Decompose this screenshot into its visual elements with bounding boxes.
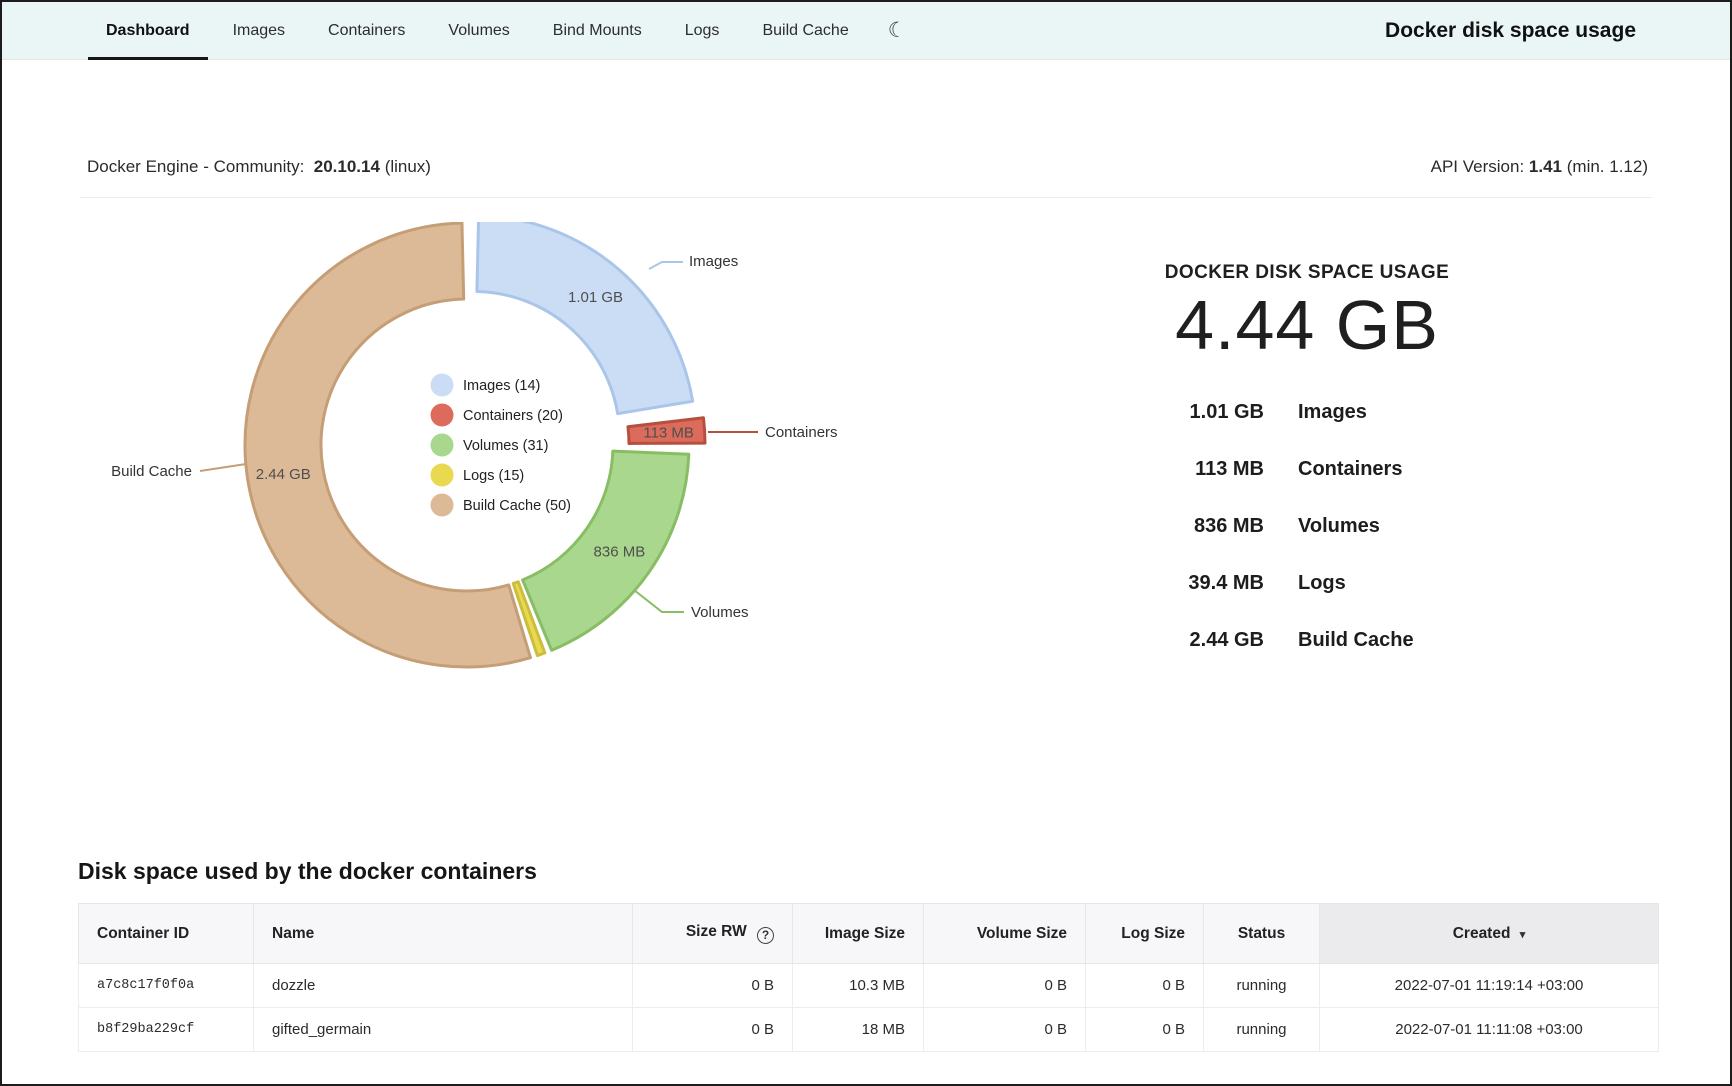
cell-size-rw: 0 B (633, 1008, 793, 1052)
column-header-created[interactable]: Created ▾ (1320, 904, 1659, 964)
summary-row-containers: 113 MB Containers (1042, 441, 1572, 498)
callout-line-build-cache (200, 464, 246, 471)
table-row-dozzle: a7c8c17f0f0adozzle0 B10.3 MB0 B0 Brunnin… (79, 964, 1659, 1008)
cell-container-id: a7c8c17f0f0a (79, 964, 254, 1008)
cell-image-size: 10.3 MB (793, 964, 924, 1008)
column-header-volume-size[interactable]: Volume Size (924, 904, 1086, 964)
nav-tab-build-cache[interactable]: Build Cache (744, 2, 866, 59)
nav-tabs: DashboardImagesContainersVolumesBind Mou… (88, 2, 874, 59)
disk-usage-overview: 1.01 GB Images 113 MB Containers 836 MB Volum… (2, 198, 1730, 858)
cell-container-id: b8f29ba229cf (79, 1008, 254, 1052)
cell-log-size: 0 B (1086, 1008, 1204, 1052)
column-header-size-rw[interactable]: Size RW ? (633, 904, 793, 964)
summary-label: Build Cache (1298, 629, 1414, 652)
help-icon[interactable]: ? (757, 927, 774, 944)
engine-version: 20.10.14 (314, 157, 380, 176)
arc-size-label-build-cache: 2.44 GB (256, 466, 311, 483)
engine-platform: (linux) (385, 157, 431, 176)
top-navigation: DashboardImagesContainersVolumesBind Mou… (2, 2, 1730, 60)
arc-size-label-containers: 113 MB (643, 425, 694, 442)
table-row-gifted-germain: b8f29ba229cfgifted_germain0 B18 MB0 B0 B… (79, 1008, 1659, 1052)
summary-size: 113 MB (1042, 458, 1264, 481)
cell-name: gifted_germain (254, 1008, 633, 1052)
column-header-name[interactable]: Name (254, 904, 633, 964)
column-header-image-size[interactable]: Image Size (793, 904, 924, 964)
engine-name: Docker Engine - Community: (87, 157, 304, 176)
cell-log-size: 0 B (1086, 964, 1204, 1008)
callout-label-images: Images (689, 253, 738, 270)
callout-label-containers: Containers (765, 424, 838, 441)
app-title: Docker disk space usage (1385, 19, 1636, 43)
nav-tab-dashboard[interactable]: Dashboard (88, 2, 208, 59)
summary-label: Containers (1298, 458, 1402, 481)
summary-size: 1.01 GB (1042, 401, 1264, 424)
nav-tab-images[interactable]: Images (215, 2, 303, 59)
cell-created: 2022-07-01 11:19:14 +03:00 (1320, 964, 1659, 1008)
containers-section: Disk space used by the docker containers… (2, 858, 1730, 1052)
summary-size: 39.4 MB (1042, 572, 1264, 595)
column-header-status[interactable]: Status (1204, 904, 1320, 964)
cell-volume-size: 0 B (924, 1008, 1086, 1052)
donut-chart: 1.01 GB Images 113 MB Containers 836 MB Volum… (42, 222, 922, 782)
nav-tab-logs[interactable]: Logs (667, 2, 738, 59)
legend-swatch-build-cache (431, 494, 454, 517)
arc-size-label-images: 1.01 GB (568, 289, 623, 306)
nav-tab-volumes[interactable]: Volumes (430, 2, 527, 59)
summary-row-images: 1.01 GB Images (1042, 384, 1572, 441)
summary-row-build-cache: 2.44 GB Build Cache (1042, 612, 1572, 669)
legend-item-images[interactable]: Images (14) (463, 378, 540, 394)
callout-line-volumes (634, 590, 684, 612)
cell-name: dozzle (254, 964, 633, 1008)
api-label: API Version: (1431, 157, 1525, 176)
summary-label: Images (1298, 401, 1367, 424)
legend-swatch-images (431, 374, 454, 397)
nav-tab-containers[interactable]: Containers (310, 2, 423, 59)
summary-heading: DOCKER DISK SPACE USAGE (1042, 262, 1572, 284)
summary-row-logs: 39.4 MB Logs (1042, 555, 1572, 612)
legend-item-logs[interactable]: Logs (15) (463, 468, 524, 484)
cell-created: 2022-07-01 11:11:08 +03:00 (1320, 1008, 1659, 1052)
legend-swatch-volumes (431, 434, 454, 457)
cell-image-size: 18 MB (793, 1008, 924, 1052)
callout-label-volumes: Volumes (691, 604, 749, 621)
legend-swatch-containers (431, 404, 454, 427)
engine-version-text: Docker Engine - Community: 20.10.14 (lin… (87, 157, 431, 177)
table-title: Disk space used by the docker containers (78, 858, 1654, 885)
summary-label: Logs (1298, 572, 1346, 595)
legend-item-build-cache[interactable]: Build Cache (50) (463, 498, 571, 514)
api-version-text: API Version: 1.41 (min. 1.12) (1431, 157, 1648, 177)
sort-desc-icon: ▾ (1520, 929, 1526, 941)
api-version: 1.41 (1529, 157, 1562, 176)
api-min: (min. 1.12) (1567, 157, 1648, 176)
column-header-container-id[interactable]: Container ID (79, 904, 254, 964)
table-header-row: Container IDNameSize RW ?Image SizeVolum… (79, 904, 1659, 964)
moon-icon[interactable]: ☾ (888, 18, 907, 43)
disk-usage-summary: DOCKER DISK SPACE USAGE 4.44 GB 1.01 GB I… (1042, 198, 1572, 669)
summary-label: Volumes (1298, 515, 1380, 538)
arc-size-label-volumes: 836 MB (594, 544, 646, 561)
cell-volume-size: 0 B (924, 964, 1086, 1008)
callout-label-build-cache: Build Cache (111, 463, 192, 480)
callout-line-images (649, 262, 683, 269)
cell-size-rw: 0 B (633, 964, 793, 1008)
nav-tab-bind-mounts[interactable]: Bind Mounts (535, 2, 660, 59)
column-header-log-size[interactable]: Log Size (1086, 904, 1204, 964)
legend-swatch-logs (431, 464, 454, 487)
cell-status: running (1204, 964, 1320, 1008)
summary-size: 836 MB (1042, 515, 1264, 538)
summary-total: 4.44 GB (1042, 288, 1572, 362)
summary-breakdown: 1.01 GB Images 113 MB Containers 836 MB Volum… (1042, 384, 1572, 669)
legend-item-volumes[interactable]: Volumes (31) (463, 438, 548, 454)
cell-status: running (1204, 1008, 1320, 1052)
legend-item-containers[interactable]: Containers (20) (463, 408, 563, 424)
summary-row-volumes: 836 MB Volumes (1042, 498, 1572, 555)
engine-info-row: Docker Engine - Community: 20.10.14 (lin… (2, 157, 1730, 177)
summary-size: 2.44 GB (1042, 629, 1264, 652)
containers-table: Container IDNameSize RW ?Image SizeVolum… (78, 903, 1659, 1052)
